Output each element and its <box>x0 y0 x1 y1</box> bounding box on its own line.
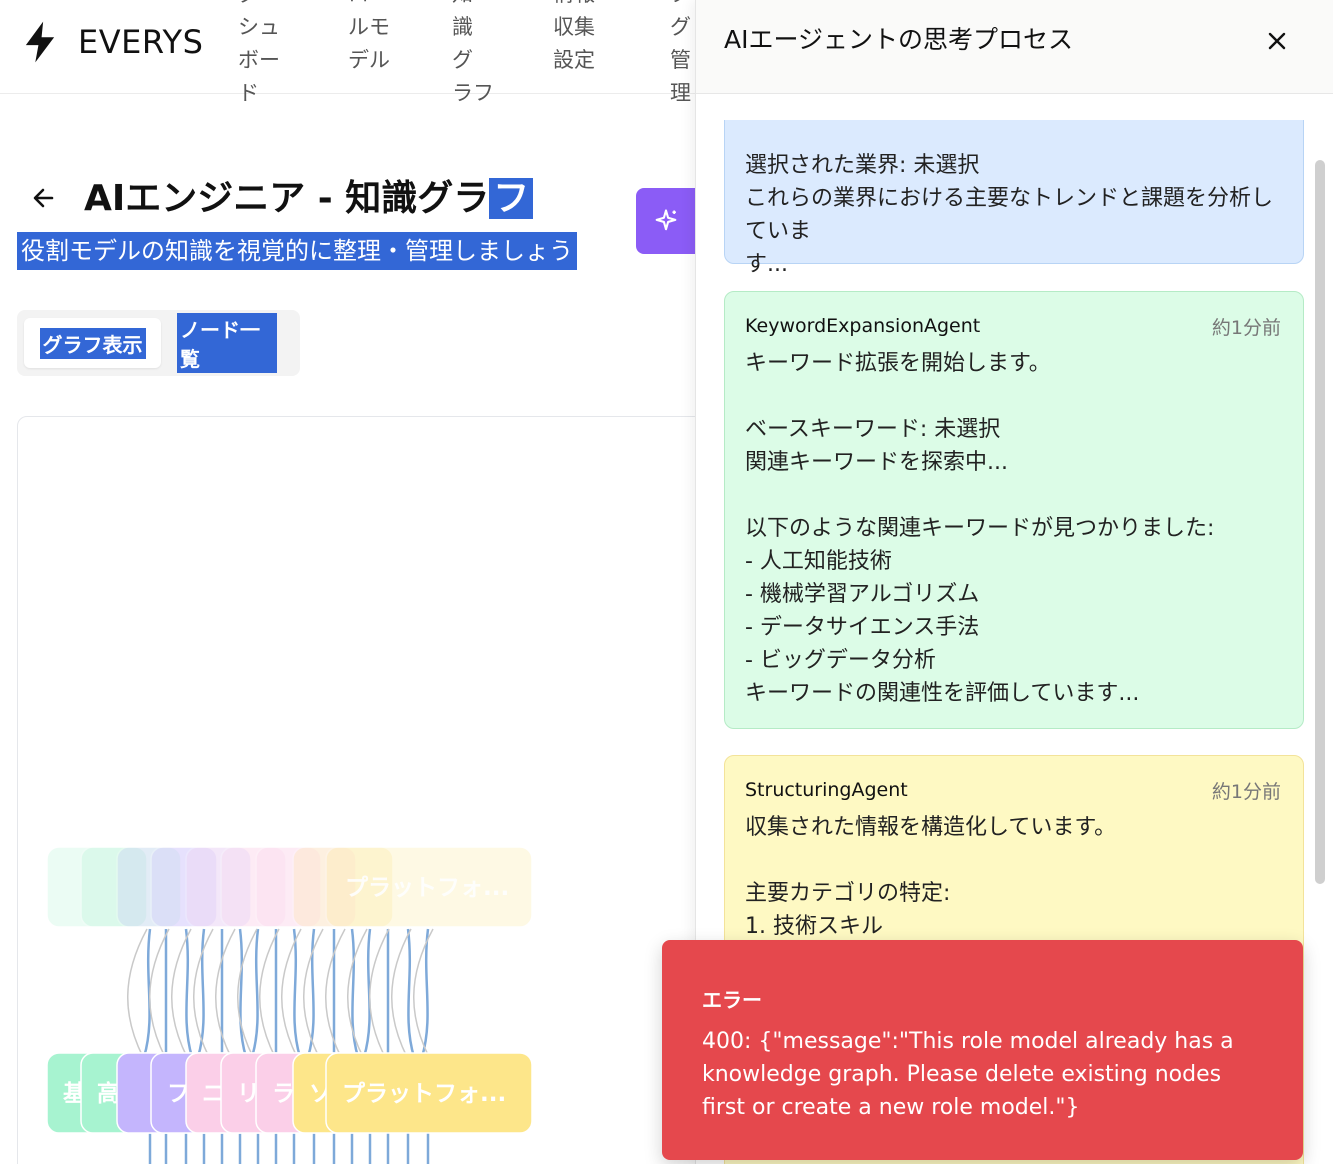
panel-title: AIエージェントの思考プロセス <box>724 25 1073 54</box>
graph-edge <box>347 928 368 1058</box>
panel-header: AIエージェントの思考プロセス <box>696 0 1333 94</box>
back-arrow-icon[interactable] <box>30 182 58 214</box>
close-icon[interactable] <box>1262 26 1292 56</box>
message-timestamp: 約1分前 <box>1211 781 1281 803</box>
graph-bottom-row-nodes: 基高フニリラソプラットフォ... <box>46 1052 533 1134</box>
sparkles-icon <box>655 209 677 231</box>
nav-item-dashboard[interactable]: ダ シュ ボー ド <box>238 0 282 110</box>
nav-item-role-models[interactable]: ロー ルモ デル <box>348 0 392 77</box>
title-selected-text: フ <box>489 178 534 219</box>
toast-message: 400: {"message":"This role model already… <box>702 1029 1234 1120</box>
graph-node-label: ラ <box>272 1081 295 1107</box>
graph-edge <box>127 928 148 1058</box>
graph-node-label: プラットフォ... <box>342 1081 506 1107</box>
top-navigation-bar: EVERYS ダ シュ ボー ド ロー ルモ デル 知 識 グ ラフ 情報 収集… <box>0 0 700 105</box>
tab-node-list[interactable]: ノード一覧 <box>177 313 277 373</box>
logo[interactable]: EVERYS <box>20 20 203 64</box>
graph-top-row-nodes: プラットフォ... <box>46 846 533 928</box>
graph-edge <box>250 928 260 1058</box>
graph-svg[interactable]: プラットフォ... 基高フニリラソプラットフォ... <box>18 417 737 1164</box>
view-tabs: グラフ表示 ノード一覧 <box>17 310 300 376</box>
message-card: 選択された業界: 未選択 これらの業界における主要なトレンドと課題を分析していま… <box>724 120 1304 277</box>
graph-edge <box>420 928 430 1058</box>
graph-node-label: プラットフォ... <box>345 875 509 901</box>
graph-edge <box>325 928 346 1058</box>
knowledge-graph-canvas[interactable]: プラットフォ... 基高フニリラソプラットフォ... <box>17 416 737 1164</box>
message-card: KeywordExpansionAgent 約1分前 キーワード拡張を開始します… <box>724 291 1304 729</box>
nav-item-knowledge-graph[interactable]: 知 識 グ ラフ <box>452 0 496 110</box>
page-title: AIエンジニア - 知識グラフ <box>84 172 534 226</box>
logo-text: EVERYS <box>78 23 204 61</box>
nav-item-collection-settings[interactable]: 情報 収集 設定 <box>553 0 597 77</box>
graph-edge <box>369 928 390 1058</box>
panel-scrollbar[interactable] <box>1315 160 1325 884</box>
message-agent-name: KeywordExpansionAgent <box>745 315 981 337</box>
graph-edge <box>215 928 236 1058</box>
lightning-bolt-icon <box>25 21 55 63</box>
toast-title: エラー <box>702 988 762 1012</box>
graph-edge <box>292 928 302 1058</box>
message-timestamp: 約1分前 <box>1211 317 1281 339</box>
message-agent-name: StructuringAgent <box>745 779 908 801</box>
tab-graph-view[interactable]: グラフ表示 <box>24 318 161 368</box>
graph-edge <box>184 928 194 1058</box>
graph-edge <box>281 928 302 1058</box>
graph-edge <box>413 928 434 1058</box>
page-subtitle: 役割モデルの知識を視覚的に整理・管理しましょう <box>17 232 577 270</box>
error-toast[interactable]: エラー 400: {"message":"This role model alr… <box>662 940 1303 1160</box>
